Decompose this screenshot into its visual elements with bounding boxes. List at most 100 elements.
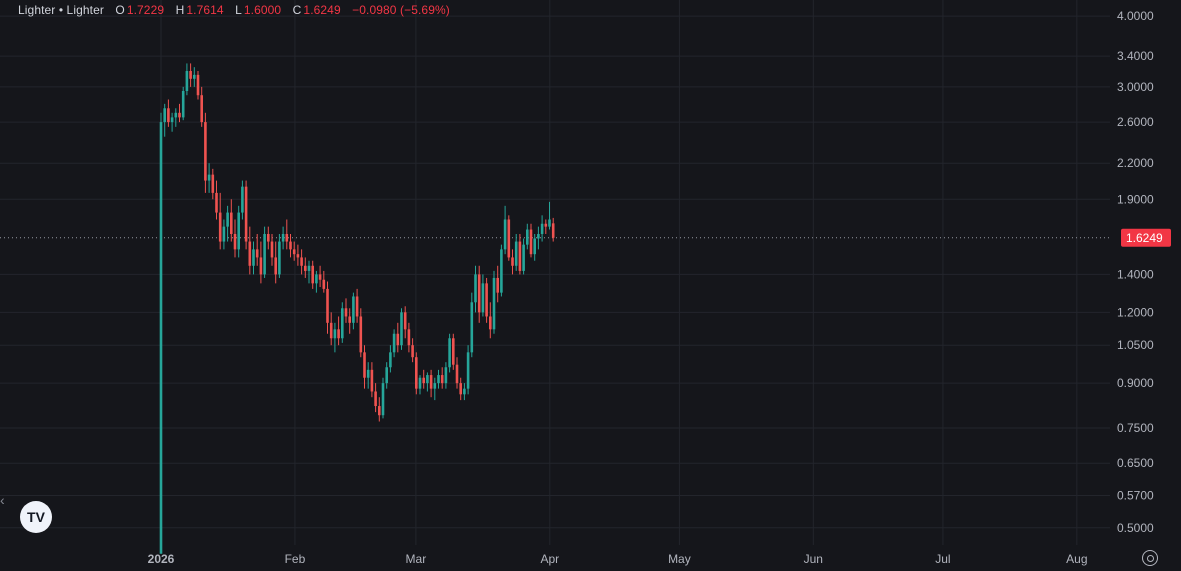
candle-body xyxy=(285,233,289,242)
high-value: 1.7614 xyxy=(186,3,224,17)
candle-body xyxy=(396,333,400,346)
candle-body xyxy=(263,233,266,275)
candle-body xyxy=(463,388,466,395)
candle-body xyxy=(274,257,277,275)
candle-body xyxy=(341,308,344,339)
price-tick-label: 2.6000 xyxy=(1117,115,1154,129)
ohlc-legend: Lighter • Lighter O 1.7229 H 1.7614 L 1.600… xyxy=(18,3,452,17)
candle-body xyxy=(415,357,418,389)
candle-body xyxy=(466,352,470,389)
gear-icon[interactable] xyxy=(1142,550,1158,566)
candle-body xyxy=(189,70,192,79)
candle-body xyxy=(278,241,281,275)
price-tick-label: 0.5700 xyxy=(1117,489,1154,503)
candle-body xyxy=(237,212,240,250)
candle-body xyxy=(448,338,451,368)
candle-body xyxy=(211,174,215,193)
candle-body xyxy=(400,312,403,346)
candle-body xyxy=(230,212,233,234)
candle-body xyxy=(259,257,263,275)
candle-body xyxy=(318,274,322,280)
candle-body xyxy=(222,226,226,242)
candle-body xyxy=(159,122,163,554)
candle-body xyxy=(181,91,185,118)
tradingview-logo-icon[interactable]: TV xyxy=(20,501,52,533)
time-tick-label: 2026 xyxy=(148,552,175,566)
time-tick-label: Mar xyxy=(406,552,427,566)
candle-body xyxy=(437,375,440,384)
candle-body xyxy=(440,375,444,384)
price-tick-label: 0.9000 xyxy=(1117,376,1154,390)
candle-body xyxy=(407,329,411,346)
candle-body xyxy=(270,241,274,258)
candle-body xyxy=(348,316,351,323)
candle-body xyxy=(540,223,544,234)
price-tick-label: 2.2000 xyxy=(1117,156,1154,170)
candle-body xyxy=(374,391,377,407)
candle-body xyxy=(500,249,503,293)
candle-body xyxy=(241,186,244,213)
chevron-left-icon[interactable]: ‹ xyxy=(0,492,5,508)
candle-body xyxy=(455,364,459,384)
candle-body xyxy=(292,249,296,255)
candle-body xyxy=(289,241,292,250)
price-tick-label: 4.0000 xyxy=(1117,9,1154,23)
price-tick-label: 0.5000 xyxy=(1117,521,1154,535)
time-tick-label: Jun xyxy=(804,552,823,566)
time-tick-label: Aug xyxy=(1066,552,1087,566)
candle-body xyxy=(344,308,348,317)
price-tick-label: 1.9000 xyxy=(1117,192,1154,206)
price-tick-label: 3.0000 xyxy=(1117,80,1154,94)
candle-body xyxy=(496,277,499,293)
time-tick-label: Apr xyxy=(540,552,559,566)
time-tick-label: Jul xyxy=(935,552,950,566)
candle-body xyxy=(359,316,363,353)
candle-body xyxy=(193,74,196,79)
candle-body xyxy=(444,367,448,384)
candle-body xyxy=(355,296,359,317)
price-tick-label: 3.4000 xyxy=(1117,49,1154,63)
price-tick-label: 1.2000 xyxy=(1117,305,1154,319)
candle-body xyxy=(433,383,437,389)
candle-body xyxy=(204,122,207,181)
symbol-name[interactable]: Lighter • Lighter xyxy=(18,3,104,17)
candle-body xyxy=(163,108,166,123)
low-value: 1.6000 xyxy=(243,3,282,17)
low-label: L xyxy=(235,3,242,17)
candle-body xyxy=(411,345,414,358)
candle-body xyxy=(526,229,529,245)
candle-body xyxy=(226,212,229,227)
change-value: −0.0980 (−5.69%) xyxy=(352,3,450,17)
candle-body xyxy=(174,112,178,118)
candle-body xyxy=(307,265,311,271)
candle-body xyxy=(385,367,388,384)
open-label: O xyxy=(115,3,125,17)
candle-body xyxy=(329,322,333,339)
candle-body xyxy=(333,329,337,339)
time-axis[interactable]: 2026 Feb Mar Apr May Jun Jul Aug xyxy=(148,552,1088,566)
candle-body xyxy=(426,375,429,384)
candle-body xyxy=(429,375,433,389)
candle-body xyxy=(311,265,314,284)
candle-body xyxy=(326,288,329,323)
candle-body xyxy=(255,249,259,258)
candle-body xyxy=(522,244,525,271)
candle-body xyxy=(366,369,370,378)
high-label: H xyxy=(175,3,185,17)
candle-body xyxy=(389,352,392,368)
close-label: C xyxy=(292,3,302,17)
price-tick-label: 0.6500 xyxy=(1117,456,1154,470)
candle-body xyxy=(551,223,555,238)
candle-body xyxy=(215,192,218,213)
candle-body xyxy=(477,274,481,313)
candle-body xyxy=(370,369,374,392)
candle-body xyxy=(418,377,422,389)
time-tick-label: May xyxy=(668,552,691,566)
chart-grid xyxy=(0,0,1110,545)
price-axis[interactable]: 4.0000 3.4000 3.0000 2.6000 2.2000 1.9000 1.40… xyxy=(1117,9,1154,535)
candle-body xyxy=(492,277,496,330)
last-price-label: 1.6249 xyxy=(1126,231,1163,245)
candle-body xyxy=(485,283,488,317)
price-chart[interactable]: 4.0000 3.4000 3.0000 2.6000 2.2000 1.9000 1.40… xyxy=(0,0,1181,571)
candle-body xyxy=(514,241,518,266)
